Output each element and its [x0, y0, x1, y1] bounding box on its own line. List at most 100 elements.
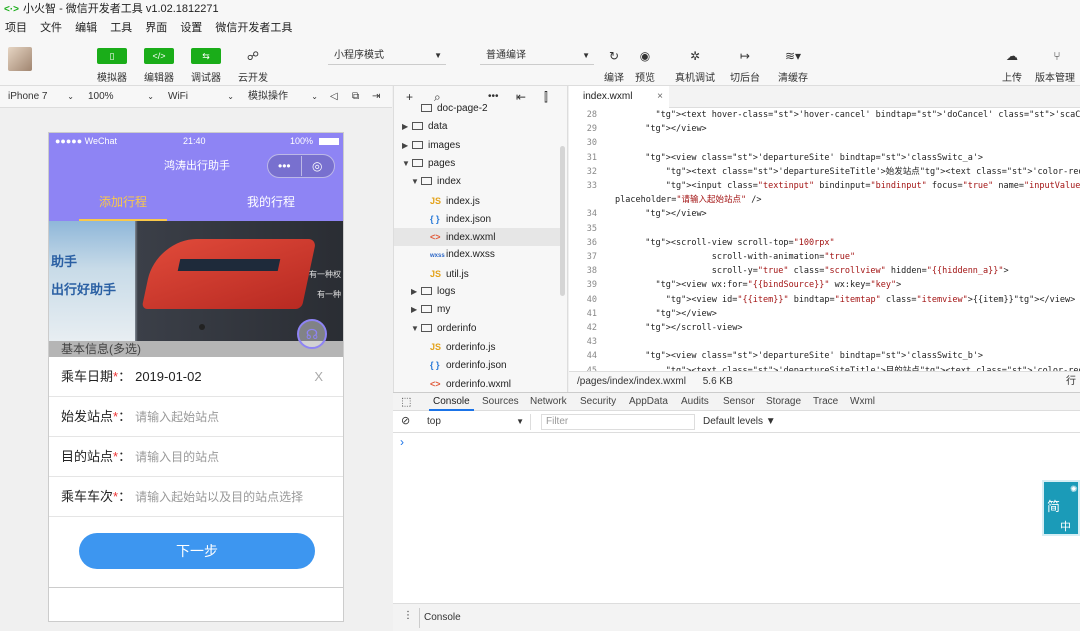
context-select[interactable]: top ▼ — [423, 414, 531, 430]
real-device-debug-button[interactable]: ✲ — [680, 48, 710, 64]
code-line[interactable]: 30 — [569, 136, 1080, 150]
tab-audits[interactable]: Audits — [681, 393, 709, 411]
code-line[interactable]: 31 "tg"><view class="st">'departureSite'… — [569, 151, 1080, 165]
tab-my-trips[interactable]: 我的行程 — [197, 183, 343, 221]
departure-row[interactable]: 始发站点*： 请输入起始站点 — [49, 397, 343, 437]
simulator-toggle-button[interactable]: ▯ — [97, 48, 127, 64]
train-number-input[interactable]: 请输入起始站以及目的站点选择 — [135, 490, 303, 504]
network-select[interactable]: WiFi ⌄ — [160, 86, 240, 108]
tab-sources[interactable]: Sources — [482, 393, 519, 411]
file-tree-item[interactable]: ▶ logs — [411, 283, 455, 301]
code-line[interactable]: 40 "tg"><view id="{{item}}" bindtap="ite… — [569, 293, 1080, 307]
file-tree-item[interactable]: { } index.json — [420, 210, 491, 228]
close-circle-icon[interactable]: ◎ — [312, 155, 322, 177]
detach-icon[interactable]: ⇥ — [368, 86, 390, 108]
tab-storage[interactable]: Storage — [766, 393, 801, 411]
clear-icon[interactable]: X — [314, 357, 323, 397]
more-icon[interactable]: ••• — [278, 155, 291, 177]
collapse-icon[interactable]: ⇤ — [516, 86, 526, 108]
train-number-row[interactable]: 乘车车次*： 请输入起始站以及目的站点选择 — [49, 477, 343, 517]
editor-toggle-button[interactable]: </> — [144, 48, 174, 64]
code-line[interactable]: 37 scroll-with-animation="true" — [569, 250, 1080, 264]
code-line[interactable]: 33 "tg"><input class="textinput" bindinp… — [569, 179, 1080, 193]
upload-button[interactable]: ☁ — [997, 48, 1027, 64]
date-row[interactable]: 乘车日期*： 2019-01-02 X — [49, 357, 343, 397]
compile-mode-select[interactable]: 普通编译 ▼ — [480, 49, 594, 65]
code-line[interactable]: 29 "tg"></view> — [569, 122, 1080, 136]
compile-button[interactable]: ↻ — [599, 48, 629, 64]
menu-project[interactable]: 项目 — [5, 22, 27, 34]
tab-sensor[interactable]: Sensor — [723, 393, 755, 411]
window-icon[interactable]: ⧉ — [348, 86, 368, 108]
code-line[interactable]: 28 "tg"><text hover-class="st">'hover-ca… — [569, 108, 1080, 122]
debugger-toggle-button[interactable]: ⇆ — [191, 48, 221, 64]
file-tree-item[interactable]: ▶ images — [402, 137, 460, 155]
volume-icon[interactable]: ◁ — [326, 86, 346, 108]
file-tree-item[interactable]: ▶ my — [411, 301, 450, 319]
menu-edit[interactable]: 编辑 — [75, 22, 97, 34]
code-line[interactable]: 34 "tg"></view> — [569, 207, 1080, 221]
code-line[interactable]: 38 scroll-y="true" class="scrollview" hi… — [569, 264, 1080, 278]
menu-settings[interactable]: 设置 — [180, 22, 202, 34]
swiper-dot[interactable] — [199, 324, 205, 330]
file-tree-item[interactable]: ▶ data — [402, 118, 447, 136]
mode-select[interactable]: 小程序模式 ▼ — [328, 49, 446, 65]
preview-button[interactable]: ◉ — [630, 48, 660, 64]
operation-select[interactable]: 模拟操作 ⌄ — [240, 86, 324, 108]
menu-wechat-devtools[interactable]: 微信开发者工具 — [215, 22, 292, 34]
code-line[interactable]: 36 "tg"><scroll-view scroll-top="100rpx" — [569, 236, 1080, 250]
cloud-button[interactable]: ☍ — [238, 48, 268, 64]
editor-tab[interactable]: index.wxml × — [569, 86, 669, 108]
file-tree-item[interactable]: ▼ index — [411, 173, 461, 191]
date-value[interactable]: 2019-01-02 — [135, 369, 202, 384]
file-tree-item[interactable]: ▼ orderinfo — [411, 320, 476, 338]
tab-appdata[interactable]: AppData — [629, 393, 668, 411]
console-prompt[interactable]: › — [400, 435, 404, 449]
code-line[interactable]: 44 "tg"><view class="st">'departureSite'… — [569, 349, 1080, 363]
drawer-tab-console[interactable]: Console — [419, 608, 461, 628]
departure-input[interactable]: 请输入起始站点 — [135, 410, 219, 424]
file-tree-item[interactable]: <> index.wxml — [420, 228, 495, 246]
levels-select[interactable]: Default levels ▼ — [703, 414, 776, 430]
code-line[interactable]: 42 "tg"></scroll-view> — [569, 321, 1080, 335]
menu-file[interactable]: 文件 — [40, 22, 62, 34]
code-line[interactable]: placeholder="请输入起始站点" /> — [569, 193, 1080, 207]
menu-view[interactable]: 界面 — [145, 22, 167, 34]
file-tree-item[interactable]: JS util.js — [420, 265, 469, 283]
tab-console[interactable]: Console — [429, 393, 474, 411]
tab-add-trip[interactable]: 添加行程 — [49, 183, 197, 221]
file-tree-item[interactable]: JS orderinfo.js — [420, 338, 495, 356]
file-tree-item[interactable]: ▼ pages — [402, 155, 455, 173]
zoom-select[interactable]: 100% ⌄ — [80, 86, 160, 108]
close-icon[interactable]: × — [657, 86, 663, 108]
inspect-icon[interactable]: ⬚ — [401, 393, 411, 411]
code-line[interactable]: 43 — [569, 335, 1080, 349]
code-line[interactable]: 41 "tg"></view> — [569, 307, 1080, 321]
file-tree-item[interactable]: { } orderinfo.json — [420, 356, 507, 374]
avatar[interactable] — [8, 47, 32, 71]
code-line[interactable]: 35 — [569, 222, 1080, 236]
file-tree-item[interactable]: wxssindex.wxss — [420, 246, 495, 264]
file-tree-item[interactable]: doc-page-2 — [411, 100, 488, 118]
file-tree-item[interactable]: JS index.js — [420, 192, 480, 210]
block-icon[interactable]: ⊘ — [401, 414, 410, 427]
drawer-menu-icon[interactable]: ⋮ — [403, 610, 413, 621]
more-icon[interactable]: ••• — [488, 86, 499, 108]
ime-widget[interactable]: 简 中 ✺ — [1042, 480, 1080, 536]
file-tree-scrollbar[interactable] — [560, 146, 565, 296]
device-select[interactable]: iPhone 7 ⌄ — [0, 86, 80, 108]
code-line[interactable]: 32 "tg"><text class="st">'departureSiteT… — [569, 165, 1080, 179]
filter-input[interactable]: Filter — [541, 414, 695, 430]
split-icon[interactable]: ⫿ — [544, 86, 548, 108]
background-button[interactable]: ↦ — [730, 48, 760, 64]
file-tree-item[interactable]: <> orderinfo.wxml — [420, 375, 511, 393]
code-line[interactable]: 39 "tg"><view wx:for="{{bindSource}}" wx… — [569, 278, 1080, 292]
customer-service-icon[interactable]: ☊ — [297, 319, 327, 349]
destination-row[interactable]: 目的站点*： 请输入目的站点 — [49, 437, 343, 477]
tab-trace[interactable]: Trace — [813, 393, 838, 411]
clear-cache-button[interactable]: ≋▾ — [778, 48, 808, 64]
tab-wxml[interactable]: Wxml — [850, 393, 875, 411]
tab-network[interactable]: Network — [530, 393, 567, 411]
tab-security[interactable]: Security — [580, 393, 616, 411]
version-button[interactable]: ⑂ — [1042, 48, 1072, 64]
